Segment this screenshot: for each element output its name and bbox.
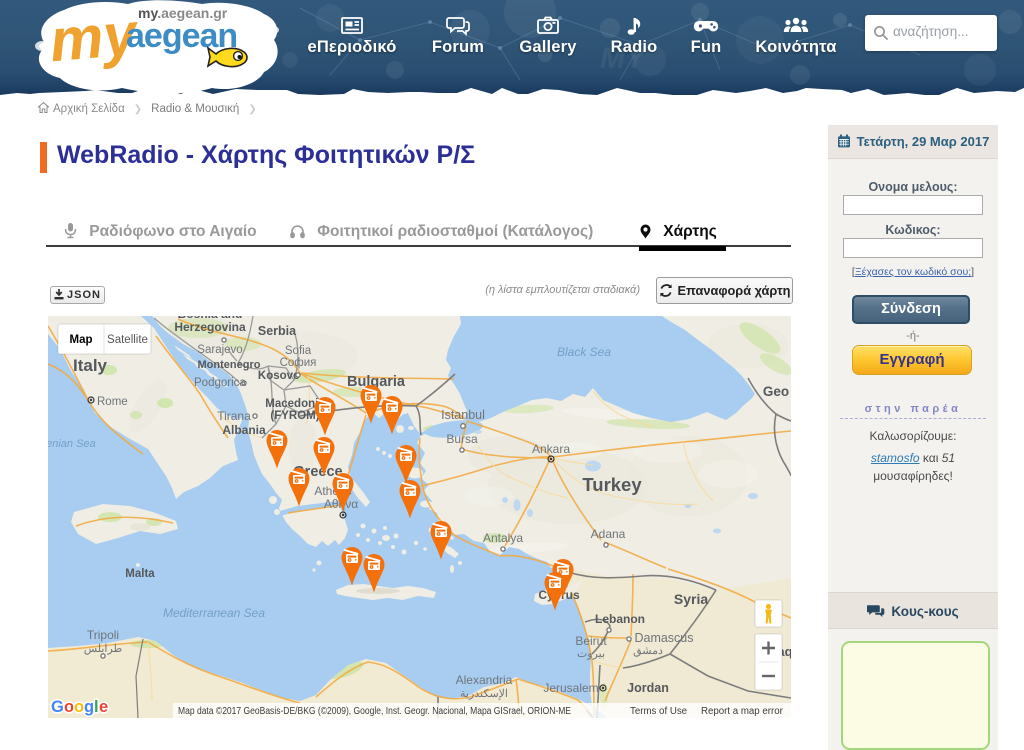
svg-text:Map data ©2017 GeoBasis-DE/BKG: Map data ©2017 GeoBasis-DE/BKG (©2009), … xyxy=(178,706,571,717)
svg-text:Beirut: Beirut xyxy=(575,634,607,648)
svg-text:Italy: Italy xyxy=(73,356,108,375)
svg-text:الإسكندرية: الإسكندرية xyxy=(460,688,508,700)
svg-text:Istanbul: Istanbul xyxy=(441,408,485,422)
svg-text:Montenegro: Montenegro xyxy=(198,359,261,371)
svg-text:Serbia: Serbia xyxy=(258,324,297,338)
svg-text:aegean: aegean xyxy=(126,17,237,55)
svg-text:Geo: Geo xyxy=(763,384,789,399)
svg-text:بيروت: بيروت xyxy=(577,648,605,660)
svg-text:Jerusalem: Jerusalem xyxy=(543,681,598,695)
svg-text:Tirana: Tirana xyxy=(217,409,251,423)
svg-text:دمشق: دمشق xyxy=(633,645,663,657)
svg-text:Satellite: Satellite xyxy=(107,334,148,346)
svg-text:nenian Sea: nenian Sea xyxy=(48,438,96,450)
svg-text:София: София xyxy=(280,357,317,369)
svg-text:Syria: Syria xyxy=(674,591,708,607)
svg-text:Ankara: Ankara xyxy=(532,442,570,456)
svg-text:e: e xyxy=(99,698,108,716)
svg-text:Map: Map xyxy=(70,334,93,346)
svg-text:Albania: Albania xyxy=(222,423,266,437)
svg-text:Alexandria: Alexandria xyxy=(456,673,513,687)
svg-text:g: g xyxy=(84,698,94,716)
svg-text:o: o xyxy=(64,698,74,716)
svg-text:Terms of Use: Terms of Use xyxy=(630,706,687,717)
svg-text:Turkey: Turkey xyxy=(582,474,642,495)
svg-text:طرابلس: طرابلس xyxy=(84,643,123,655)
svg-text:Jordan: Jordan xyxy=(627,681,669,695)
svg-text:Report a map error: Report a map error xyxy=(701,706,784,717)
svg-text:Antalya: Antalya xyxy=(483,531,523,545)
svg-text:(FYROM): (FYROM) xyxy=(270,410,319,422)
svg-text:Herzegovina: Herzegovina xyxy=(174,320,246,334)
svg-text:Rome: Rome xyxy=(97,396,128,408)
svg-text:Malta: Malta xyxy=(125,568,155,580)
svg-text:o: o xyxy=(74,698,84,716)
svg-text:G: G xyxy=(51,698,64,716)
svg-text:Adana: Adana xyxy=(591,527,626,541)
svg-text:l: l xyxy=(94,698,99,716)
svg-text:Kosovo: Kosovo xyxy=(258,370,300,382)
svg-text:Tripoli: Tripoli xyxy=(87,628,119,642)
svg-text:Damascus: Damascus xyxy=(634,631,693,645)
svg-text:Bursa: Bursa xyxy=(446,432,478,446)
svg-text:Sofia: Sofia xyxy=(285,345,312,357)
svg-text:Black Sea: Black Sea xyxy=(557,345,611,359)
svg-text:Sarajevo: Sarajevo xyxy=(197,344,242,356)
svg-text:Lebanon: Lebanon xyxy=(595,612,645,626)
svg-text:Mediterranean Sea: Mediterranean Sea xyxy=(163,606,265,620)
svg-text:Podgorica: Podgorica xyxy=(194,377,246,389)
